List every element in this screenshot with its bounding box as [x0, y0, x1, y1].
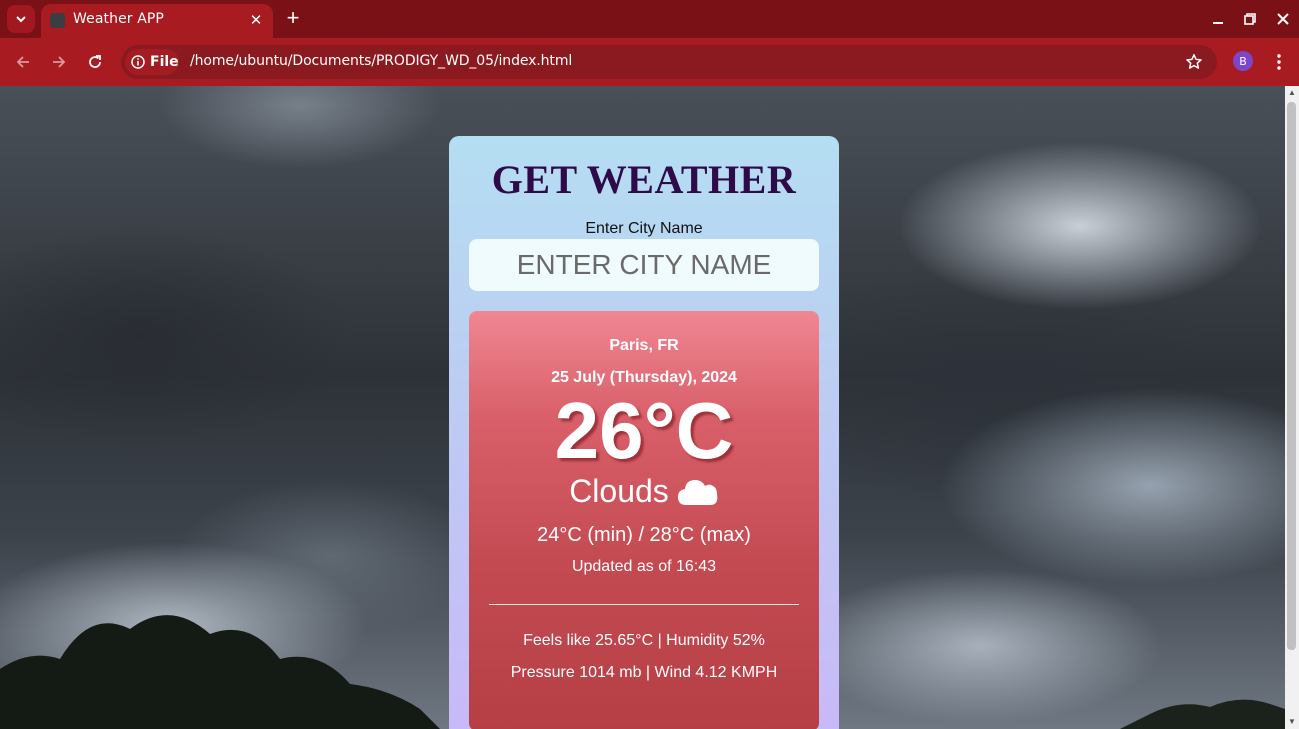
- scroll-up-icon[interactable]: ▲: [1288, 89, 1296, 97]
- address-bar[interactable]: File /home/ubuntu/Documents/PRODIGY_WD_0…: [121, 45, 1217, 79]
- min-max-text: 24°C (min) / 28°C (max): [537, 524, 751, 546]
- info-icon: [131, 55, 145, 69]
- close-tab-icon[interactable]: ✕: [248, 13, 264, 29]
- profile-avatar[interactable]: B: [1233, 51, 1253, 71]
- scroll-down-icon[interactable]: ▼: [1288, 718, 1296, 726]
- city-input[interactable]: [469, 239, 819, 291]
- url-text[interactable]: /home/ubuntu/Documents/PRODIGY_WD_05/ind…: [190, 53, 572, 69]
- condition-text: Clouds: [569, 472, 669, 509]
- chevron-down-icon: [16, 16, 26, 23]
- scroll-thumb[interactable]: [1287, 102, 1296, 650]
- updated-text: Updated as of 16:43: [571, 558, 717, 575]
- restore-icon[interactable]: [1240, 9, 1260, 29]
- reload-button[interactable]: [83, 50, 107, 74]
- bookmark-star-icon[interactable]: [1185, 53, 1203, 71]
- app-title: GET WEATHER: [491, 157, 797, 202]
- weather-result-panel: Paris, FR 25 July (Thursday), 2024 26°C …: [469, 311, 819, 729]
- browser-toolbar: File /home/ubuntu/Documents/PRODIGY_WD_0…: [0, 38, 1299, 86]
- page-scrollbar[interactable]: ▲ ▼: [1285, 86, 1299, 729]
- forward-button[interactable]: [47, 50, 71, 74]
- new-tab-button[interactable]: +: [282, 7, 304, 31]
- reload-icon: [89, 55, 101, 68]
- minimize-icon[interactable]: [1208, 9, 1228, 29]
- tab-strip: Weather APP ✕ +: [0, 0, 1299, 38]
- city-label: Enter City Name: [585, 220, 703, 237]
- arrow-right-icon: [53, 56, 66, 68]
- tab-weather-app[interactable]: Weather APP ✕: [41, 4, 273, 38]
- condition-row: Clouds: [469, 471, 819, 511]
- divider: [489, 604, 799, 605]
- tab-title: Weather APP: [73, 11, 164, 27]
- pressure-wind-text: Pressure 1014 mb | Wind 4.12 KMPH: [510, 664, 778, 681]
- more-menu-icon[interactable]: [1270, 51, 1288, 73]
- temperature-text: 26°C: [554, 386, 734, 475]
- tab-search-button[interactable]: [7, 5, 35, 33]
- back-button[interactable]: [11, 50, 35, 74]
- location-text: Paris, FR: [609, 337, 679, 354]
- feels-humidity-text: Feels like 25.65°C | Humidity 52%: [523, 632, 765, 649]
- weather-card: GET WEATHER Enter City Name Paris, FR 25…: [449, 136, 839, 729]
- arrow-left-icon: [16, 56, 29, 68]
- close-window-icon[interactable]: [1273, 9, 1293, 29]
- page-viewport: GET WEATHER Enter City Name Paris, FR 25…: [0, 86, 1285, 729]
- favicon-icon: [50, 13, 65, 28]
- cloud-icon: [677, 480, 718, 505]
- site-info-chip[interactable]: File: [125, 49, 179, 75]
- site-chip-label: File: [150, 54, 179, 70]
